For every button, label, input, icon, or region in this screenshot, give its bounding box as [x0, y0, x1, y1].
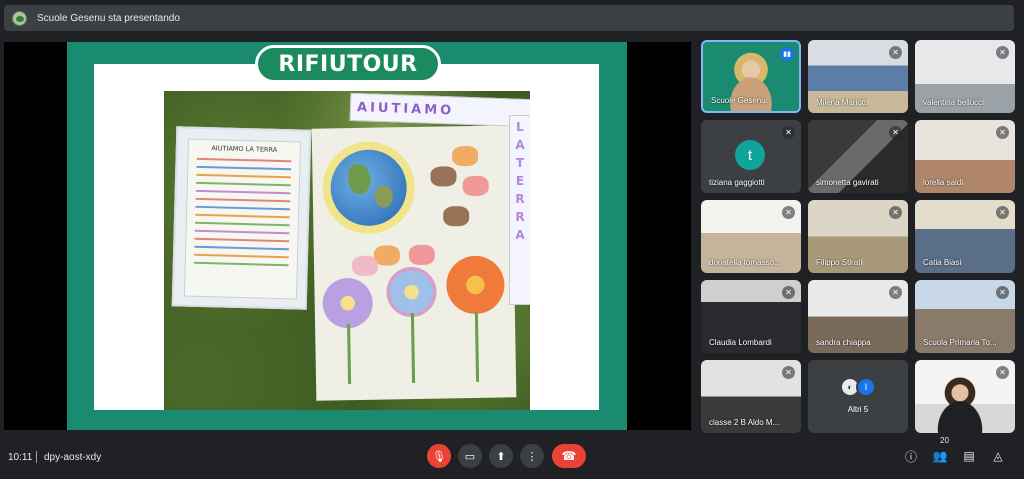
mic-off-icon: ✕ — [889, 46, 902, 59]
poster-text-sheet: AIUTIAMO LA TERRA — [171, 126, 312, 310]
slide-content: AIUTIAMO LA TERRA AIUTIAMO L A T E R R A — [94, 64, 599, 410]
mic-off-icon: ✕ — [996, 286, 1009, 299]
mic-off-icon: ✕ — [996, 126, 1009, 139]
poster-title: AIUTIAMO LA TERRA — [211, 144, 278, 154]
presentation-stage: AIUTIAMO LA TERRA AIUTIAMO L A T E R R A… — [4, 42, 691, 430]
participant-tile[interactable]: ✕ classe 2 B Aldo M... — [701, 360, 801, 433]
participant-tile[interactable]: ▮▮ Scuole Gesenu — [701, 40, 801, 113]
participant-name: classe 2 B Aldo M... — [709, 418, 780, 427]
participant-tile[interactable]: ✕ sandra chiappa — [808, 280, 908, 353]
participant-name: Milena Mariotti — [816, 98, 869, 107]
mic-off-icon: ✕ — [782, 286, 795, 299]
speaking-indicator-icon: ▮▮ — [780, 47, 794, 61]
participant-name: donatella tomasso... — [709, 258, 781, 267]
rifiutour-logo: RIFIUTOUR — [255, 45, 441, 83]
participant-tile[interactable]: ✕ Scuola Primaria To... — [915, 280, 1015, 353]
participant-tile[interactable]: ✕ Claudia Lombardi — [701, 280, 801, 353]
meet-window: Scuole Gesenu sta presentando AIUTIAMO L… — [0, 0, 1024, 479]
participant-count-badge: 20 — [940, 436, 949, 445]
leave-call-button[interactable]: ☎ — [552, 444, 586, 468]
hang-up-icon: ☎ — [561, 449, 577, 463]
chat-button[interactable]: ▤ — [961, 448, 977, 464]
mic-off-icon: ✕ — [782, 366, 795, 379]
meeting-details-button[interactable]: ⓘ — [903, 448, 919, 464]
participant-name: Filippo Stirati — [816, 258, 863, 267]
mic-off-icon: ✕ — [996, 366, 1009, 379]
participant-tile[interactable]: t ✕ tiziana gaggiotti — [701, 120, 801, 193]
participant-name: Catia Biasi — [923, 258, 962, 267]
participant-grid: ▮▮ Scuole Gesenu ✕ Milena Mariotti ✕ val… — [701, 40, 1015, 433]
chat-icon: ▤ — [963, 449, 975, 463]
participant-name: simonetta gavirati — [816, 178, 879, 187]
participant-name: valentina bellucci — [923, 98, 984, 107]
poster-banner: AIUTIAMO — [349, 92, 530, 128]
people-button[interactable]: 👥 — [932, 448, 948, 464]
more-vert-icon: ⋮ — [526, 450, 538, 463]
participant-name: tiziana gaggiotti — [709, 178, 765, 187]
mic-off-icon: ✕ — [889, 206, 902, 219]
participant-tile[interactable]: ✕ Catia Biasi — [915, 200, 1015, 273]
participant-initial-avatar: t — [735, 140, 765, 170]
participant-name: lorella saldi — [923, 178, 964, 187]
participant-tile[interactable]: ✕ simonetta gavirati — [808, 120, 908, 193]
others-count: Altri 5 — [847, 405, 869, 414]
mic-toggle-button[interactable]: 🎙 — [427, 444, 451, 468]
participant-tile[interactable]: ✕ donatella tomasso... — [701, 200, 801, 273]
meeting-code: dpy-aost-xdy — [44, 452, 102, 463]
more-options-button[interactable]: ⋮ — [520, 444, 544, 468]
present-button[interactable]: ⬆ — [489, 444, 513, 468]
poster-drawing — [311, 125, 517, 401]
mic-off-icon: 🎙 — [432, 450, 446, 463]
mic-off-icon: ✕ — [782, 126, 795, 139]
participant-name: Claudia Lombardi — [709, 338, 772, 347]
participant-tile[interactable]: ✕ valentina bellucci — [915, 40, 1015, 113]
avatar: I — [856, 377, 876, 397]
participant-name: Scuola Primaria To... — [923, 338, 997, 347]
participant-tile[interactable]: ✕ lorella saldi — [915, 120, 1015, 193]
participant-tile[interactable]: ✕ — [915, 360, 1015, 433]
mic-off-icon: ✕ — [782, 206, 795, 219]
presenter-avatar — [12, 10, 27, 26]
meeting-time: 10:11 — [8, 452, 33, 463]
present-screen-icon: ⬆ — [496, 450, 506, 463]
info-icon: ⓘ — [904, 449, 917, 464]
presentation-slide: AIUTIAMO LA TERRA AIUTIAMO L A T E R R A… — [67, 42, 627, 430]
others-avatars: ◐ I — [840, 377, 876, 397]
others-tile[interactable]: ◐ I Altri 5 — [808, 360, 908, 433]
mic-off-icon: ✕ — [889, 126, 902, 139]
participant-name: sandra chiappa — [816, 338, 871, 347]
mic-off-icon: ✕ — [889, 286, 902, 299]
activities-icon: ◬ — [993, 449, 1003, 463]
bottom-toolbar: 10:11 dpy-aost-xdy 🎙 ▭ ⬆ ⋮ ☎ ⓘ 👥 20 ▤ ◬ — [0, 436, 1024, 479]
presenting-bar: Scuole Gesenu sta presentando — [4, 5, 1014, 31]
poster-banner-vertical: L A T E R R A — [509, 115, 530, 305]
mic-off-icon: ✕ — [996, 46, 1009, 59]
camera-toggle-button[interactable]: ▭ — [458, 444, 482, 468]
activities-button[interactable]: ◬ — [990, 448, 1006, 464]
people-icon: 👥 — [932, 449, 948, 463]
participant-tile[interactable]: ✕ Filippo Stirati — [808, 200, 908, 273]
participant-tile[interactable]: ✕ Milena Mariotti — [808, 40, 908, 113]
camera-icon: ▭ — [464, 450, 476, 463]
earth-drawing — [330, 149, 408, 227]
poster-photo: AIUTIAMO LA TERRA AIUTIAMO L A T E R R A — [164, 91, 530, 410]
presenting-text: Scuole Gesenu sta presentando — [37, 12, 180, 24]
participant-name: Scuole Gesenu — [711, 96, 766, 105]
mic-off-icon: ✕ — [996, 206, 1009, 219]
